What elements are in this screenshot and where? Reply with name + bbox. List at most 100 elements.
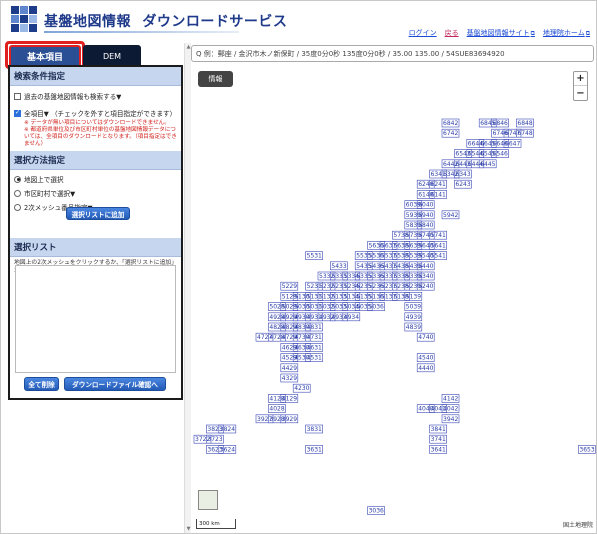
mesh-cell-label[interactable]: 5139 — [406, 293, 421, 300]
back-link[interactable]: 戻る — [445, 28, 459, 38]
all-items-label[interactable]: 全項目▼ （チェックを外すと項目指定ができます） — [24, 108, 176, 118]
mesh-map[interactable]: 684668456842 684867466742 6748674766466645… — [191, 43, 596, 533]
mesh-cell-label[interactable]: 5039 — [406, 304, 421, 311]
mesh-cell[interactable]: 6543 — [454, 149, 472, 158]
mesh-cell-label[interactable]: 4142 — [443, 395, 458, 402]
map-search-text[interactable]: Q 例：郵座 / 金沢市木ノ新保町 / 35度0分0秒 135度0分0秒 / 3… — [196, 49, 505, 59]
mesh-cell-label[interactable]: 5940 — [418, 212, 433, 219]
mesh-cell-label[interactable]: 6644 — [468, 140, 483, 147]
mesh-cell-label[interactable]: 6442 — [443, 161, 458, 168]
mesh-cell-label[interactable]: 5641 — [431, 242, 446, 249]
method-option-city[interactable]: 市区町村で選択▼ — [10, 186, 181, 200]
mesh-cell-label[interactable]: 4831 — [307, 324, 322, 331]
mesh-cell-label[interactable]: 5240 — [418, 283, 433, 290]
mesh-cell-label[interactable]: 4440 — [418, 365, 433, 372]
map-area[interactable]: 6846 6845 6842 6848 6746 6742 6748 6747 6646 6645… — [191, 43, 596, 533]
mesh-cell-label[interactable]: 6040 — [418, 202, 433, 209]
mesh-cell-label[interactable]: 4731 — [307, 334, 322, 341]
mesh-cell[interactable]: 4042 — [441, 404, 460, 413]
mesh-cell-label[interactable]: 5440 — [418, 263, 433, 270]
mesh-cell[interactable]: 3631 — [305, 445, 323, 454]
mesh-cell-label[interactable]: 6742 — [443, 130, 458, 137]
mesh-cell-label[interactable]: 5840 — [418, 222, 433, 229]
mesh-cell-label[interactable]: 6842 — [443, 120, 458, 127]
gsi-logo-icon[interactable] — [10, 5, 40, 35]
mesh-cell-label[interactable]: 6647 — [505, 140, 520, 147]
mesh-cell[interactable]: 3624 — [218, 445, 237, 454]
mesh-cell-label[interactable]: 4129 — [282, 395, 297, 402]
method-radio-mesh[interactable] — [14, 203, 21, 211]
method-option-map[interactable]: 地図上で選択 — [10, 172, 181, 186]
mesh-cell-label[interactable]: 5433 — [331, 263, 346, 270]
mesh-cell-label[interactable]: 3723 — [207, 436, 222, 443]
mesh-cell-label[interactable]: 5340 — [418, 273, 433, 280]
mesh-cell-label[interactable]: 5541 — [431, 253, 446, 260]
mesh-cell[interactable]: 5641 — [429, 241, 447, 250]
mesh-cell-label[interactable]: 4042 — [443, 406, 458, 413]
mesh-cell[interactable]: 3723 — [206, 434, 224, 444]
mesh-cell[interactable]: 6845 — [478, 118, 497, 128]
mesh-cell[interactable]: 6240 — [416, 179, 435, 189]
tab-basic[interactable]: 基本項目 — [9, 45, 81, 67]
mesh-cell[interactable]: 3942 — [441, 414, 460, 424]
clear-all-button[interactable]: 全て削除 — [24, 377, 59, 391]
mesh-cell-label[interactable]: 6747 — [505, 130, 520, 137]
mesh-cell[interactable]: 5531 — [305, 251, 323, 260]
mesh-cell[interactable]: 4731 — [305, 332, 323, 342]
all-items-checkbox[interactable] — [14, 109, 21, 117]
mesh-cell[interactable]: 4939 — [404, 312, 423, 322]
mesh-cell[interactable]: 6442 — [441, 159, 460, 169]
selection-list-box[interactable] — [15, 265, 176, 373]
mesh-cell[interactable]: 4129 — [280, 394, 299, 403]
mesh-cell[interactable]: 4740 — [416, 332, 435, 342]
mesh-cell-label[interactable]: 4540 — [418, 355, 433, 362]
mesh-cell[interactable]: 4540 — [416, 353, 435, 362]
mesh-cell[interactable]: 3824 — [218, 424, 237, 434]
mesh-cell-label[interactable]: 6243 — [455, 181, 470, 188]
mesh-cell-label[interactable]: 5531 — [307, 253, 322, 260]
mesh-cell-label[interactable]: 6141 — [431, 191, 446, 198]
mesh-cell[interactable]: 6040 — [416, 200, 435, 209]
mesh-cell[interactable]: 3653 — [578, 445, 596, 454]
mesh-cell[interactable]: 4230 — [292, 383, 311, 393]
method-label-city[interactable]: 市区町村で選択▼ — [24, 188, 75, 198]
zoom-in-button[interactable]: + — [574, 72, 587, 86]
mesh-cell[interactable]: 5541 — [429, 251, 447, 260]
mesh-cell[interactable]: 3831 — [305, 424, 323, 434]
mesh-cell-label[interactable]: 4531 — [307, 355, 322, 362]
mesh-cell-label[interactable]: 4230 — [294, 385, 309, 392]
mesh-cell[interactable]: 5139 — [404, 292, 423, 301]
mesh-cell[interactable]: 6842 — [441, 118, 460, 128]
mesh-cell[interactable]: 4429 — [280, 363, 299, 373]
mesh-cell[interactable]: 5036 — [367, 302, 385, 311]
mesh-cell-label[interactable]: 4631 — [307, 344, 322, 351]
mesh-cell-label[interactable]: 4934 — [344, 314, 359, 321]
mesh-cell-label[interactable]: 4028 — [269, 406, 284, 413]
mesh-cell[interactable]: 5940 — [416, 210, 435, 220]
mesh-cell[interactable]: 4142 — [441, 394, 460, 403]
mesh-cell-label[interactable]: 5942 — [443, 212, 458, 219]
mesh-cell-label[interactable]: 6848 — [517, 120, 532, 127]
mesh-cell[interactable]: 5039 — [404, 302, 423, 311]
mesh-cell[interactable]: 6141 — [429, 190, 447, 199]
mesh-cell[interactable]: 3036 — [367, 506, 385, 515]
site-link[interactable]: 基盤地図情報サイト — [467, 28, 535, 38]
mesh-cell[interactable]: 5340 — [416, 271, 435, 281]
mesh-cell-label[interactable]: 5036 — [369, 304, 384, 311]
past-data-label[interactable]: 過去の基盤地図情報も検索する▼ — [24, 91, 121, 101]
mesh-cell-label[interactable]: 3631 — [307, 446, 322, 453]
sidebar-scrollbar[interactable]: ▲ ▼ — [184, 43, 191, 533]
mesh-cell-label[interactable]: 3824 — [220, 426, 235, 433]
mesh-cell[interactable]: 6747 — [503, 128, 522, 138]
mesh-cell-label[interactable]: 6845 — [480, 120, 495, 127]
mesh-cell-label[interactable]: 4839 — [406, 324, 421, 331]
mesh-cell-label[interactable]: 3741 — [431, 436, 446, 443]
overview-map-icon[interactable] — [198, 490, 218, 510]
mesh-cell[interactable]: 5433 — [330, 261, 348, 271]
mesh-cell-label[interactable]: 6341 — [431, 171, 446, 178]
mesh-cell[interactable]: 3741 — [429, 434, 447, 444]
all-items-row[interactable]: 全項目▼ （チェックを外すと項目指定ができます） — [10, 106, 181, 120]
map-search-input[interactable]: Q 例：郵座 / 金沢市木ノ新保町 / 35度0分0秒 135度0分0秒 / 3… — [191, 45, 594, 62]
mesh-cell[interactable]: 5741 — [429, 230, 447, 240]
method-radio-map[interactable] — [14, 175, 21, 183]
